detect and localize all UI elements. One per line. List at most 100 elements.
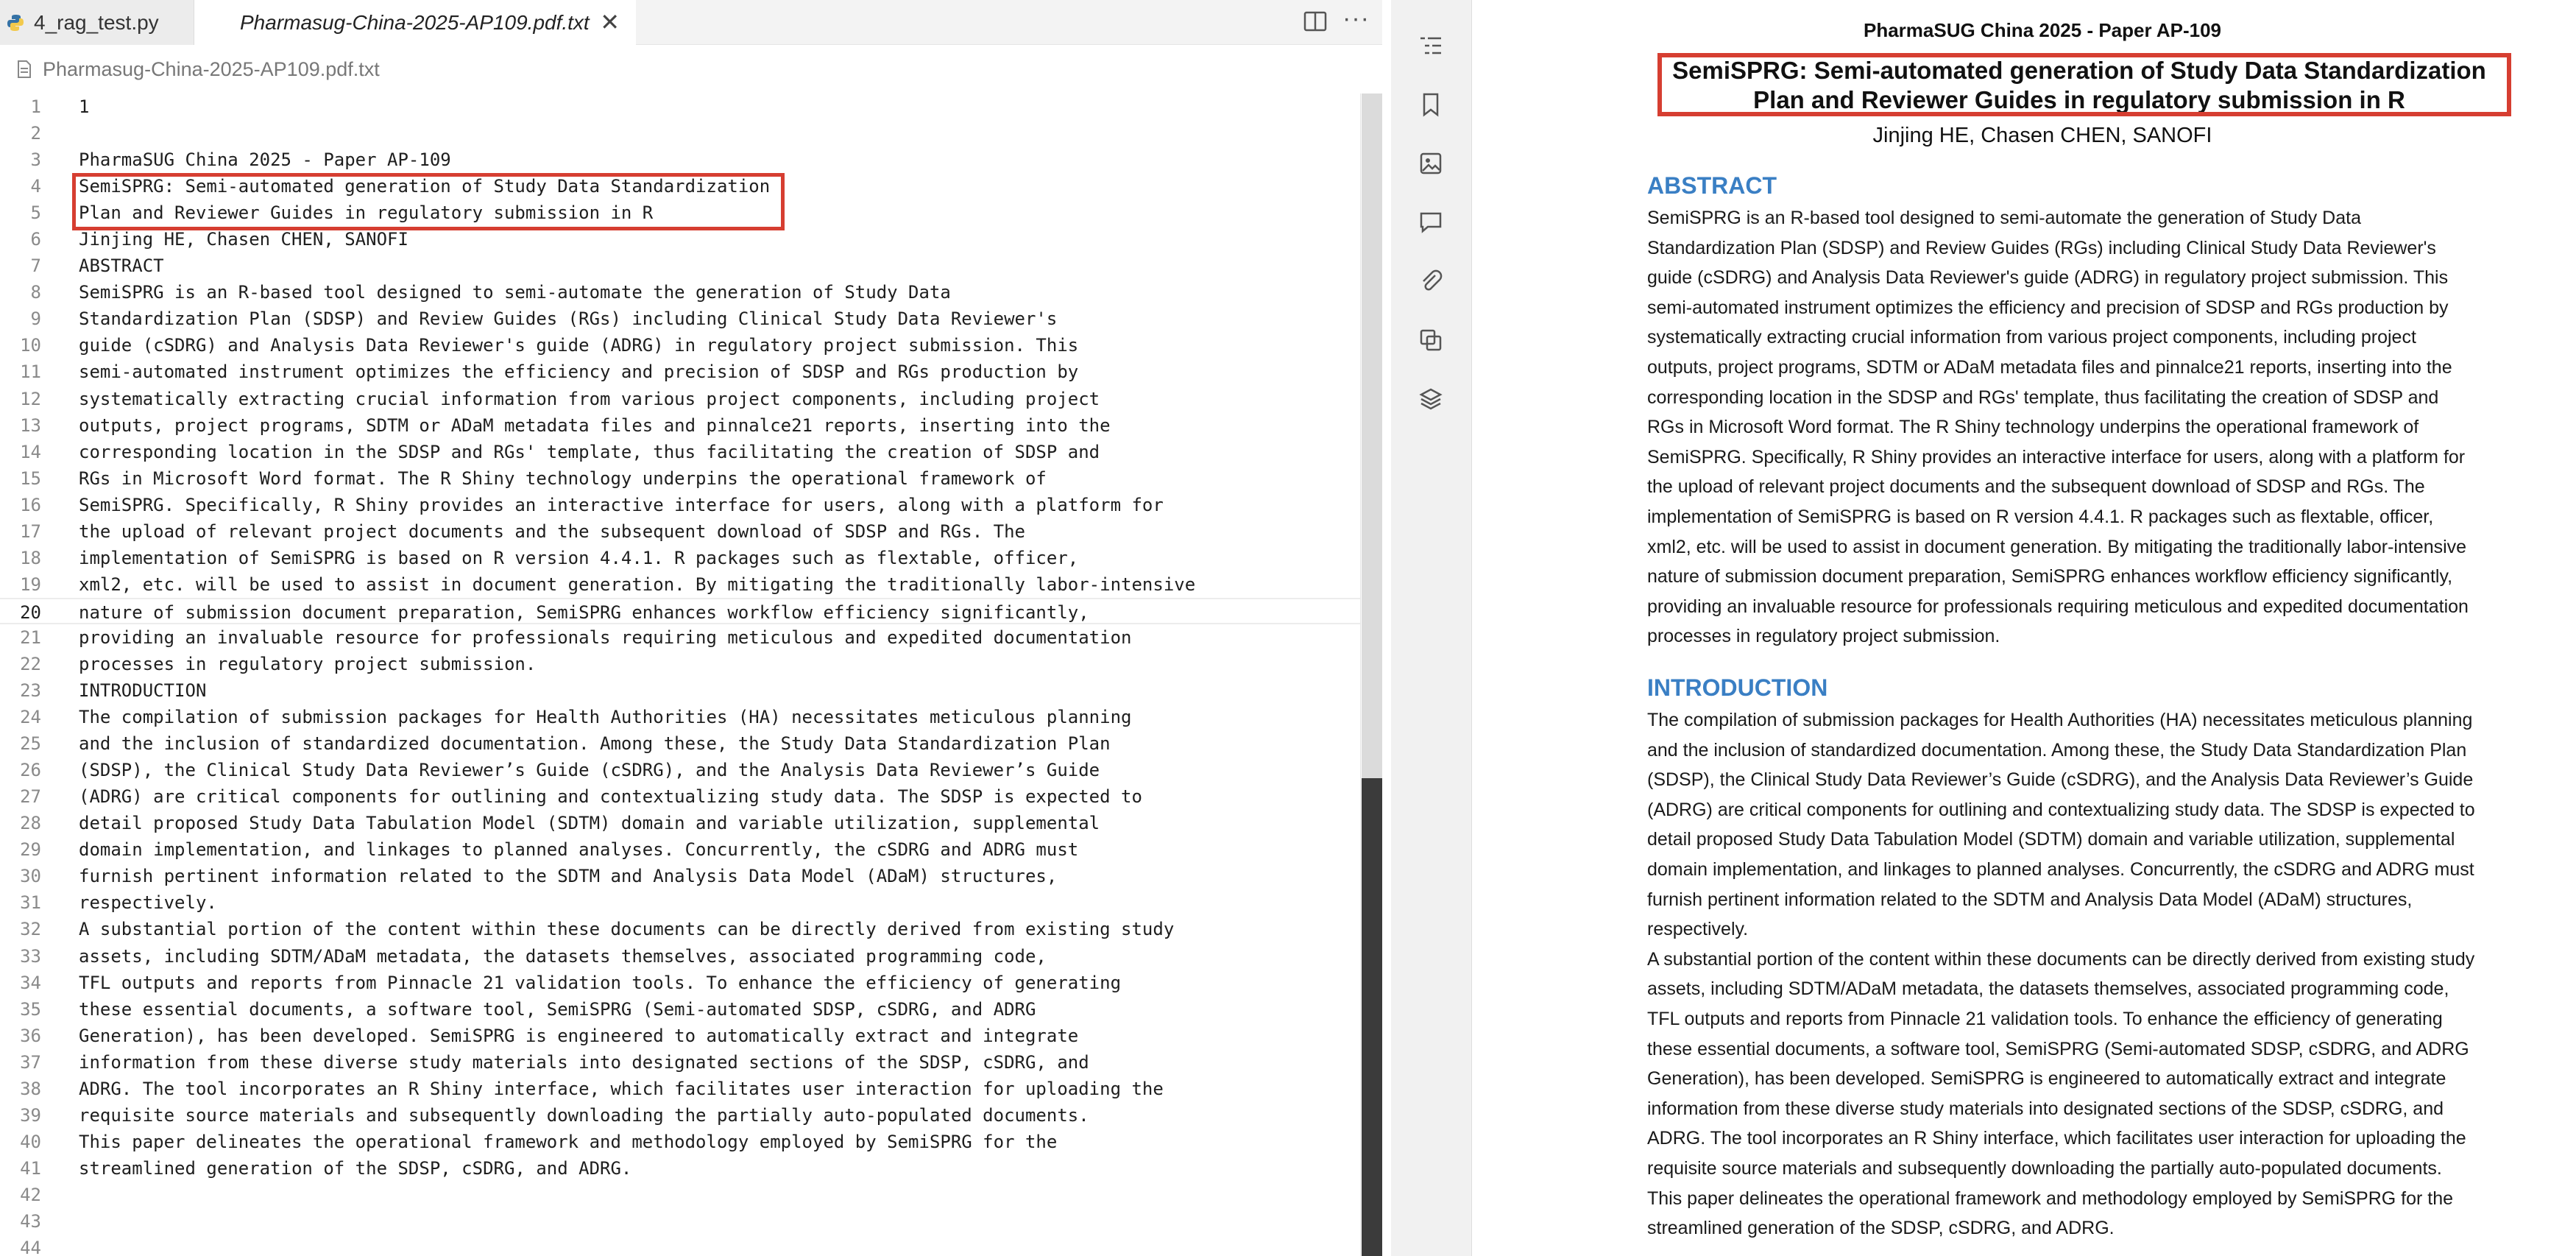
line-number: 7 [30,255,41,277]
code-line[interactable]: 34 TFL outputs and reports from Pinnacle … [0,970,1362,996]
comment-icon[interactable] [1418,209,1444,236]
code-line[interactable]: 14 corresponding location in the SDSP and… [0,439,1362,465]
code-line[interactable]: 33 assets, including SDTM/ADaM metadata, … [0,943,1362,970]
code-line[interactable]: 37 information from these diverse study m… [0,1049,1362,1076]
code-line[interactable]: 16 SemiSPRG. Specifically, R Shiny provid… [0,492,1362,518]
line-number: 34 [20,972,41,993]
line-text: PharmaSUG China 2025 - Paper AP-109 [79,149,451,171]
image-icon[interactable] [1418,150,1444,177]
code-line[interactable]: 27 (ADRG) are critical components for out… [0,783,1362,810]
code-line[interactable]: 28 detail proposed Study Data Tabulation … [0,810,1362,836]
code-line[interactable]: 31 respectively. [0,889,1362,916]
line-number: 33 [20,945,41,967]
line-text: information from these diverse study mat… [79,1051,1089,1073]
line-text: these essential documents, a software to… [79,998,1036,1020]
code-line[interactable]: 18 implementation of SemiSPRG is based on… [0,545,1362,571]
line-number: 40 [20,1131,41,1152]
code-line[interactable]: 8 SemiSPRG is an R-based tool designed to… [0,279,1362,306]
breadcrumb[interactable]: Pharmasug-China-2025-AP109.pdf.txt [16,56,380,82]
line-number: 27 [20,786,41,808]
pdf-text-line: domain implementation, and linkages to p… [1647,858,2474,880]
line-text: systematically extracting crucial inform… [79,388,1100,409]
code-line[interactable]: 44 [0,1235,1362,1256]
abstract-paragraph: SemiSPRG is an R-based tool designed to … [1647,203,2551,652]
line-text: streamlined generation of the SDSP, cSDR… [79,1157,632,1179]
code-line[interactable]: 10 guide (cSDRG) and Analysis Data Review… [0,332,1362,359]
line-number: 25 [20,733,41,755]
attachment-icon[interactable] [1418,268,1444,294]
line-text: implementation of SemiSPRG is based on R… [79,547,1079,568]
code-line[interactable]: 21 providing an invaluable resource for p… [0,624,1362,651]
code-line[interactable]: 13 outputs, project programs, SDTM or ADa… [0,412,1362,439]
line-number: 6 [30,229,41,250]
code-line[interactable]: 11 semi-automated instrument optimizes th… [0,359,1362,385]
line-number: 35 [20,998,41,1020]
code-line[interactable]: 24 The compilation of submission packages… [0,704,1362,730]
tab-rag-test[interactable]: 4_rag_test.py [0,0,194,45]
bookmark-icon[interactable] [1418,91,1444,118]
line-number: 24 [20,707,41,728]
pdf-text-line: RGs in Microsoft Word format. The R Shin… [1647,417,2419,438]
code-line[interactable]: 20 nature of submission document preparat… [0,597,1362,624]
line-text: respectively. [79,892,217,914]
code-line[interactable]: 38 ADRG. The tool incorporates an R Shiny… [0,1076,1362,1102]
line-number: 32 [20,919,41,940]
abstract-heading: ABSTRACT [1647,172,1777,199]
line-number: 13 [20,414,41,436]
code-line[interactable]: 32 A substantial portion of the content w… [0,916,1362,942]
line-text: The compilation of submission packages f… [79,707,1132,728]
code-line[interactable]: 42 [0,1182,1362,1208]
code-line[interactable]: 15 RGs in Microsoft Word format. The R Sh… [0,465,1362,492]
code-line[interactable]: 36 Generation), has been developed. SemiS… [0,1023,1362,1049]
code-line[interactable]: 17 the upload of relevant project documen… [0,518,1362,545]
code-line[interactable]: 2 [0,120,1362,147]
more-actions-icon[interactable]: ··· [1342,4,1370,33]
code-line[interactable]: 29 domain implementation, and linkages to… [0,836,1362,863]
line-text: xml2, etc. will be used to assist in doc… [79,574,1196,595]
pdf-text-line: Standardization Plan (SDSP) and Review G… [1647,237,2436,258]
code-area[interactable]: 1 1 2 3 PharmaSUG China 2025 - Paper AP-109 4… [0,94,1362,1256]
pdf-text-line: SemiSPRG is an R-based tool designed to … [1647,208,2361,228]
line-text: corresponding location in the SDSP and R… [79,441,1100,462]
outline-icon[interactable] [1418,32,1444,59]
pdf-text-line: The compilation of submission packages f… [1647,710,2473,730]
pdf-text-line: requisite source materials and subsequen… [1647,1157,2442,1179]
code-line[interactable]: 19 xml2, etc. will be used to assist in d… [0,571,1362,598]
code-line[interactable]: 23 INTRODUCTION [0,677,1362,704]
layers-icon[interactable] [1418,386,1444,412]
pdf-text-line: nature of submission document preparatio… [1647,566,2453,588]
code-line[interactable]: 39 requisite source materials and subsequ… [0,1102,1362,1129]
code-line[interactable]: 41 streamlined generation of the SDSP, cS… [0,1155,1362,1182]
code-line[interactable]: 12 systematically extracting crucial info… [0,386,1362,412]
line-number: 30 [20,866,41,887]
tab-pdf-txt[interactable]: Pharmasug-China-2025-AP109.pdf.txt ✕ [194,0,636,45]
code-line[interactable]: 22 processes in regulatory project submis… [0,651,1362,677]
code-line[interactable]: 11 [0,94,1362,120]
code-line[interactable]: 43 [0,1208,1362,1235]
layers-copy-icon[interactable] [1418,327,1444,353]
line-text: guide (cSDRG) and Analysis Data Reviewer… [79,335,1079,356]
pdf-text-line: corresponding location in the SDSP and R… [1647,387,2439,408]
code-line[interactable]: 26 (SDSP), the Clinical Study Data Review… [0,757,1362,783]
code-line[interactable]: 3 PharmaSUG China 2025 - Paper AP-109 [0,147,1362,173]
line-number: 44 [20,1238,41,1256]
close-icon[interactable]: ✕ [600,10,620,34]
line-number: 38 [20,1078,41,1099]
split-editor-icon[interactable] [1303,9,1328,34]
code-line[interactable]: 35 these essential documents, a software … [0,996,1362,1023]
code-line[interactable]: 25 and the inclusion of standardized docu… [0,730,1362,757]
line-number: 29 [20,839,41,861]
line-number: 1 [30,96,41,117]
pdf-text-line: This paper delineates the operational fr… [1647,1188,2454,1209]
line-text: and the inclusion of standardized docume… [79,733,1111,755]
pdf-sidebar-toolbar [1391,0,1472,1256]
code-line[interactable]: 30 furnish pertinent information related … [0,863,1362,889]
pdf-text-line: detail proposed Study Data Tabulation Mo… [1647,829,2455,850]
line-text: SemiSPRG is an R-based tool designed to … [79,282,951,303]
pdf-text-line: ADRG. The tool incorporates an R Shiny i… [1647,1128,2466,1149]
code-line[interactable]: 9 Standardization Plan (SDSP) and Review … [0,306,1362,332]
code-line[interactable]: 40 This paper delineates the operational … [0,1129,1362,1155]
code-line[interactable]: 7 ABSTRACT [0,253,1362,279]
scrollbar-thumb[interactable] [1362,94,1382,778]
pdf-text-line: implementation of SemiSPRG is based on R… [1647,506,2434,527]
